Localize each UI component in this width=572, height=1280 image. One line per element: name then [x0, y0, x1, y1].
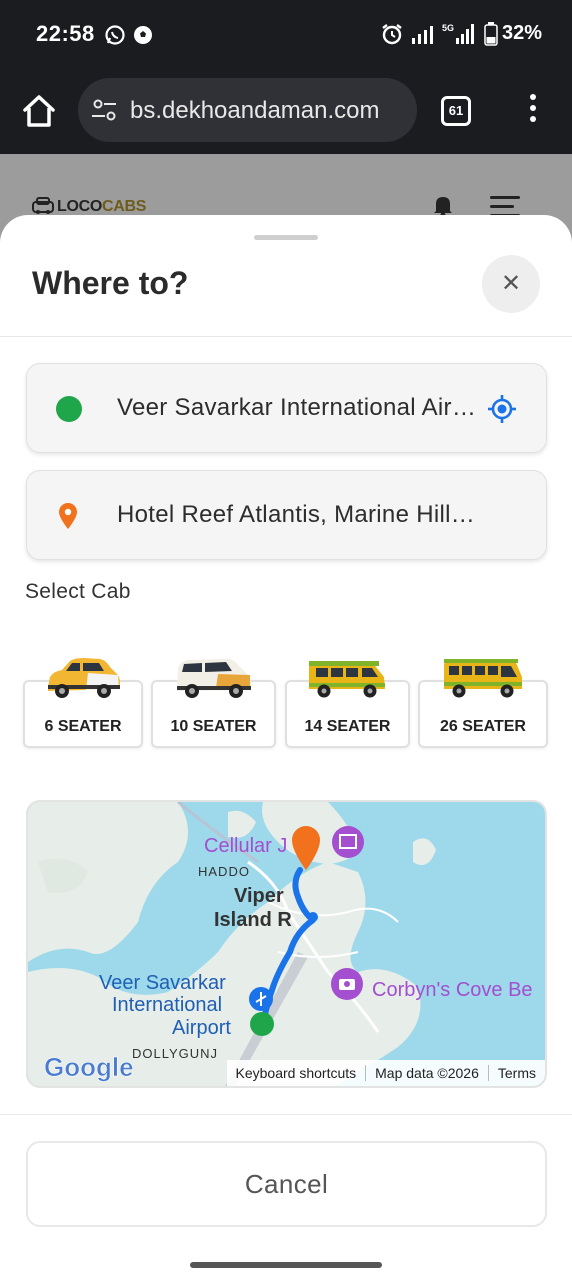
suv-6-seater-image[interactable]: [44, 655, 122, 703]
home-icon[interactable]: [20, 92, 58, 130]
terms-link[interactable]: Terms: [487, 1065, 545, 1081]
divider: [0, 336, 572, 337]
map-label-viper: Viper: [234, 885, 284, 907]
drag-handle[interactable]: [254, 235, 318, 240]
pickup-location-field[interactable]: Veer Savarkar International Airport: [26, 363, 547, 453]
status-bar: 22:58 5G 32%: [0, 0, 572, 68]
alarm-icon: [382, 24, 402, 45]
map-attribution: Keyboard shortcuts Map data ©2026 Terms: [226, 1060, 545, 1086]
google-logo: Google: [44, 1052, 134, 1082]
destination-pin-icon: [292, 826, 320, 870]
close-button[interactable]: ✕: [482, 255, 540, 313]
select-cab-label: Select Cab: [25, 580, 131, 603]
cab-label: 10 SEATER: [170, 718, 257, 735]
pickup-location-text[interactable]: Veer Savarkar International Airport: [117, 394, 477, 422]
browser-menu-icon[interactable]: [522, 94, 544, 128]
bus-26-seater-image[interactable]: [441, 655, 525, 703]
cab-label: 26 SEATER: [440, 718, 526, 735]
current-location-icon[interactable]: [487, 394, 517, 424]
map-data-credit: Map data ©2026: [365, 1065, 488, 1081]
gesture-nav-bar[interactable]: [190, 1262, 382, 1268]
mpv-10-seater-image[interactable]: [174, 655, 254, 703]
browser-toolbar: bs.dekhoandaman.com 61: [0, 68, 572, 154]
site-logo: LOCOCABS: [57, 198, 146, 216]
dropoff-location-text[interactable]: Hotel Reef Atlantis, Marine Hill, South …: [117, 501, 477, 529]
signal-5g-icon: 5G: [442, 23, 474, 44]
location-pin-icon: [59, 503, 77, 529]
soccer-ball-icon: [134, 26, 152, 44]
battery-icon: [484, 22, 498, 46]
keyboard-shortcuts-link[interactable]: Keyboard shortcuts: [227, 1065, 366, 1081]
status-time: 22:58: [36, 21, 95, 46]
signal-icon: [412, 26, 433, 44]
map-label-viper-2: Island R: [214, 909, 292, 931]
address-bar[interactable]: bs.dekhoandaman.com: [78, 78, 417, 142]
map-label-dollygunj: DOLLYGUNJ: [132, 1046, 218, 1061]
cancel-button[interactable]: Cancel: [26, 1141, 547, 1227]
whatsapp-icon: [105, 25, 125, 45]
cab-label: 6 SEATER: [44, 718, 122, 735]
route-map[interactable]: Cellular J HADDO Viper Island R Veer Sav…: [26, 800, 547, 1088]
map-label-airport-3: Airport: [172, 1017, 231, 1039]
sheet-title: Where to?: [32, 265, 189, 301]
map-label-corbyns-cove: Corbyn's Cove Be: [372, 979, 533, 1001]
logo-car-icon: [32, 197, 54, 214]
logo-loco-text: LOCO: [57, 198, 103, 215]
tab-switcher-button[interactable]: 61: [441, 96, 471, 126]
logo-cabs-text: CABS: [102, 198, 147, 215]
where-to-sheet: Where to? ✕ Veer Savarkar International …: [0, 215, 572, 1280]
map-label-airport-1: Veer Savarkar: [99, 972, 226, 994]
pickup-dot-icon: [56, 396, 82, 422]
dropoff-location-field[interactable]: Hotel Reef Atlantis, Marine Hill, South …: [26, 470, 547, 560]
battery-percent: 32%: [501, 22, 542, 44]
svg-text:5G: 5G: [442, 23, 454, 33]
divider: [0, 1114, 572, 1115]
map-canvas[interactable]: Cellular J HADDO Viper Island R Veer Sav…: [28, 802, 547, 1088]
map-label-airport-2: International: [112, 994, 222, 1016]
site-settings-icon[interactable]: [90, 98, 120, 122]
map-label-haddo: HADDO: [198, 864, 250, 879]
van-14-seater-image[interactable]: [306, 655, 388, 703]
url-text[interactable]: bs.dekhoandaman.com: [130, 97, 410, 125]
cab-label: 14 SEATER: [304, 718, 391, 735]
map-label-cellular: Cellular J: [204, 835, 287, 857]
